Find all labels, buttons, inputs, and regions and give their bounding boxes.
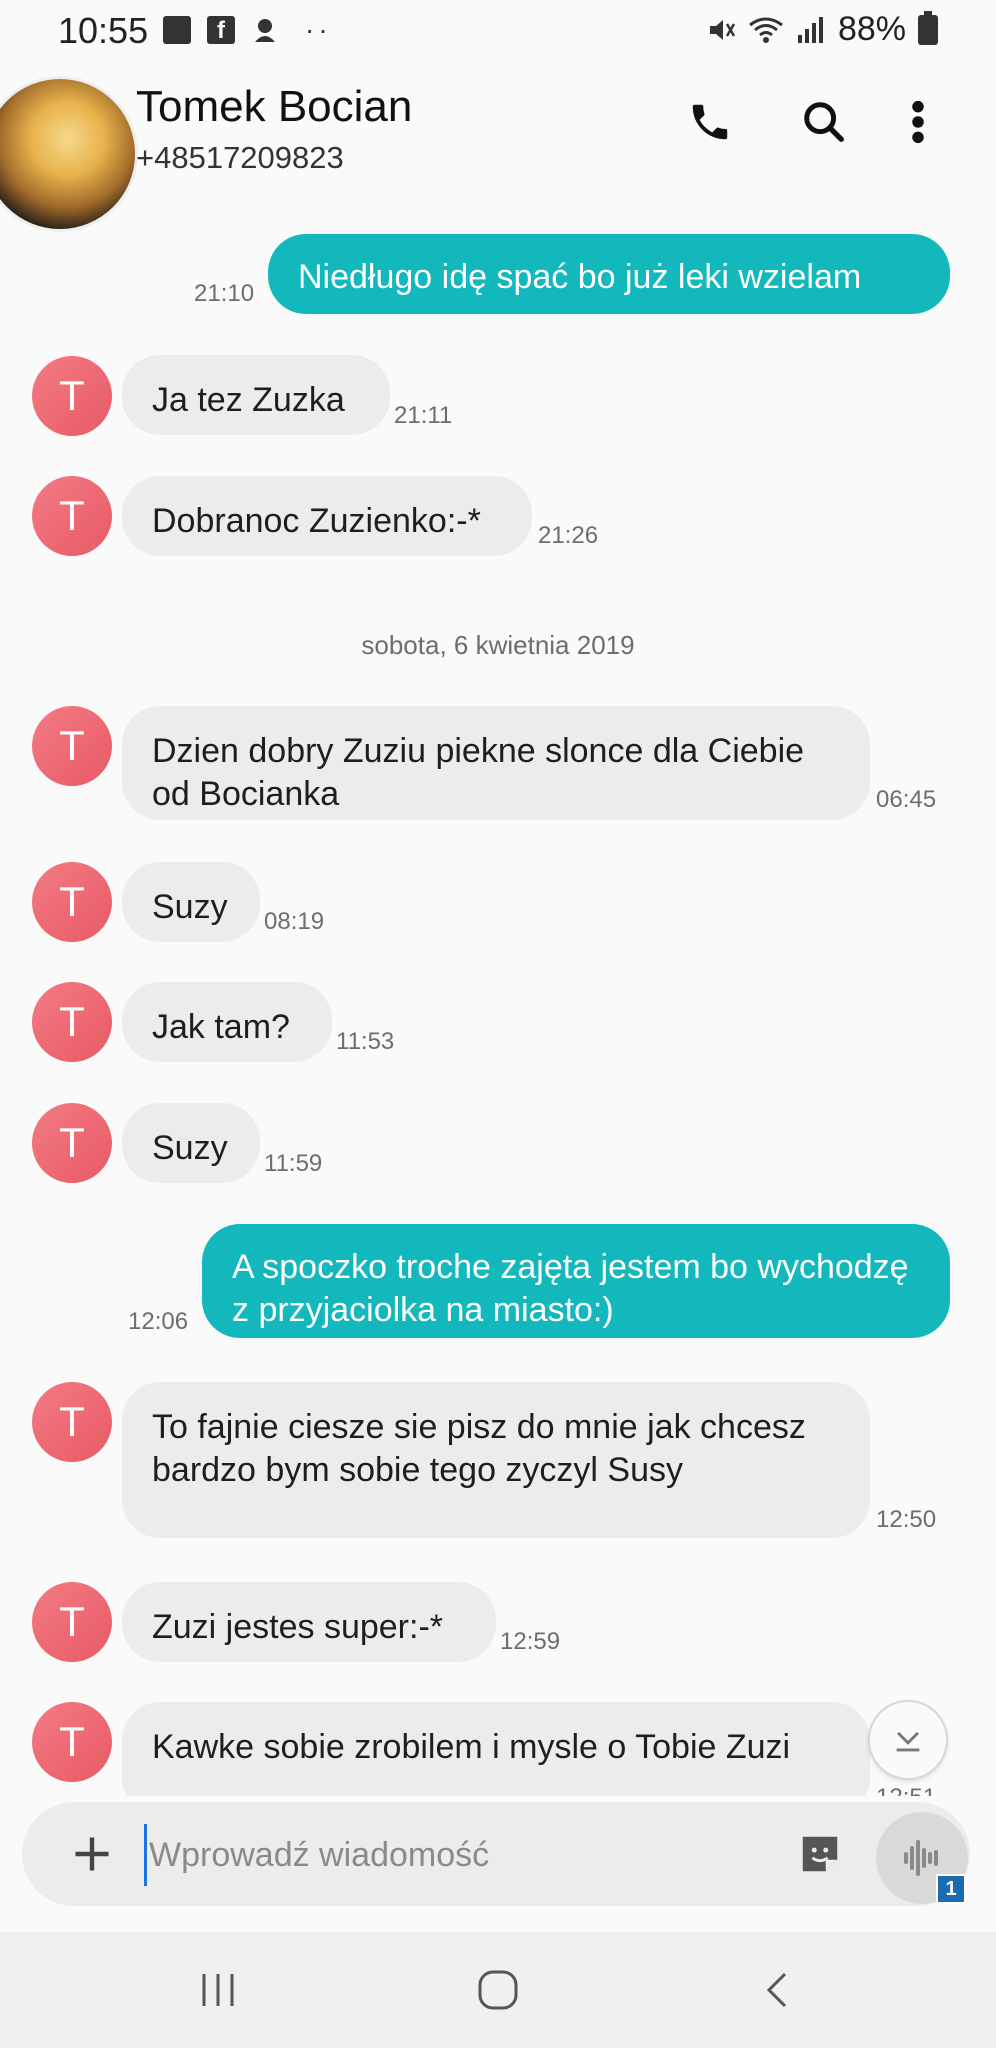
message-time: 06:45 bbox=[876, 786, 937, 813]
sender-avatar[interactable]: T bbox=[32, 1582, 112, 1662]
date-separator: sobota, 6 kwietnia 2019 bbox=[361, 630, 635, 660]
message-time: 11:53 bbox=[336, 1028, 395, 1055]
recent-apps-button[interactable] bbox=[178, 1958, 258, 2022]
message-time: 12:50 bbox=[876, 1506, 937, 1533]
incoming-message[interactable]: Suzy bbox=[122, 862, 260, 942]
incoming-message[interactable]: Jak tam? bbox=[122, 982, 332, 1062]
plus-icon bbox=[75, 1837, 109, 1871]
scroll-down-icon bbox=[896, 1731, 920, 1752]
message-input[interactable] bbox=[144, 1824, 791, 1886]
message-time: 21:26 bbox=[538, 522, 599, 549]
outgoing-message[interactable]: Niedługo idę spać bo już leki wzielam bbox=[268, 234, 950, 314]
message-composer bbox=[22, 1802, 970, 1906]
back-icon bbox=[766, 1972, 787, 2008]
sender-avatar[interactable]: T bbox=[32, 1382, 112, 1462]
outgoing-message[interactable]: A spoczko troche zajęta jestem bo wychod… bbox=[202, 1224, 950, 1338]
incoming-message[interactable]: Zuzi jestes super:-* bbox=[122, 1582, 496, 1662]
incoming-message[interactable]: Suzy bbox=[122, 1103, 260, 1183]
message-time: 21:11 bbox=[394, 402, 453, 429]
back-button[interactable] bbox=[736, 1958, 816, 2022]
incoming-message[interactable]: Ja tez Zuzka bbox=[122, 355, 390, 435]
sender-avatar[interactable]: T bbox=[32, 356, 112, 436]
sender-avatar[interactable]: T bbox=[32, 862, 112, 942]
attach-button[interactable] bbox=[60, 1822, 124, 1886]
sim-badge: 1 bbox=[936, 1874, 966, 1904]
sender-avatar[interactable]: T bbox=[32, 1702, 112, 1782]
sticker-icon bbox=[802, 1836, 838, 1872]
message-time: 12:06 bbox=[128, 1308, 189, 1335]
sender-avatar[interactable]: T bbox=[32, 706, 112, 786]
message-time: 11:59 bbox=[264, 1150, 323, 1177]
home-icon bbox=[478, 1970, 518, 2010]
message-time: 21:10 bbox=[194, 280, 255, 307]
message-time: 08:19 bbox=[264, 908, 325, 935]
recent-apps-icon bbox=[202, 1974, 234, 2006]
scroll-to-bottom-button[interactable] bbox=[868, 1700, 948, 1780]
incoming-message[interactable]: Dobranoc Zuzienko:-* bbox=[122, 476, 532, 556]
message-time: 12:59 bbox=[500, 1628, 561, 1655]
home-button[interactable] bbox=[458, 1958, 538, 2022]
message-list[interactable]: Niedługo idę spać bo już leki wzielam 21… bbox=[0, 0, 996, 1816]
incoming-message[interactable]: To fajnie ciesze sie pisz do mnie jak ch… bbox=[122, 1382, 870, 1538]
sticker-button[interactable] bbox=[792, 1826, 848, 1882]
sender-avatar[interactable]: T bbox=[32, 476, 112, 556]
incoming-message[interactable]: Dzien dobry Zuziu piekne slonce dla Cieb… bbox=[122, 706, 870, 820]
system-navigation-bar bbox=[0, 1932, 996, 2048]
sender-avatar[interactable]: T bbox=[32, 1103, 112, 1183]
sender-avatar[interactable]: T bbox=[32, 982, 112, 1062]
